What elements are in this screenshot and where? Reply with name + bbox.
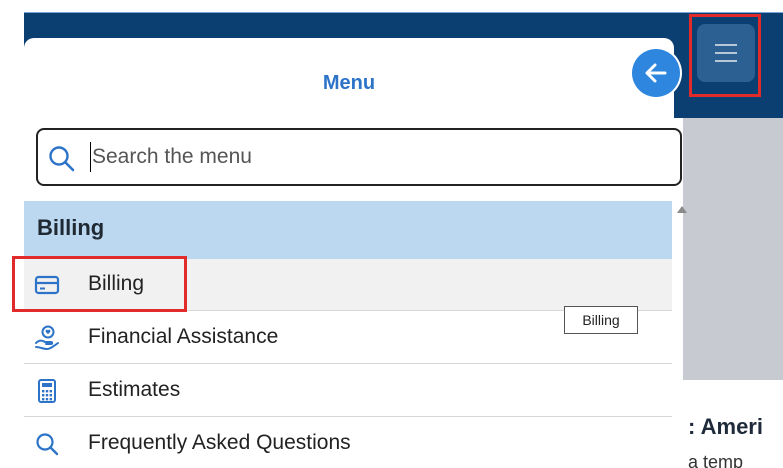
menu-item-faq[interactable]: Frequently Asked Questions — [24, 418, 672, 468]
left-margin — [0, 0, 24, 468]
menu-item-estimates[interactable]: Estimates — [24, 365, 672, 417]
arrow-left-icon — [645, 63, 667, 83]
search-icon — [49, 146, 75, 172]
highlight-box-hamburger — [689, 14, 761, 97]
calculator-icon — [38, 379, 56, 403]
search-icon — [36, 433, 59, 456]
scroll-up-arrow-icon[interactable] — [677, 206, 687, 213]
tooltip: Billing — [564, 306, 638, 334]
app-window: : Ameri a temp Menu Billing Billing — [0, 0, 783, 468]
highlight-box-billing — [12, 256, 187, 312]
background-text-fragment: a temp — [688, 452, 744, 468]
search-input[interactable] — [88, 137, 672, 177]
menu-title: Menu — [322, 72, 376, 94]
menu-item-label: Financial Assistance — [88, 325, 279, 348]
back-button[interactable] — [632, 49, 680, 97]
top-border-line — [24, 12, 783, 13]
menu-item-label: Estimates — [88, 378, 181, 401]
menu-item-label: Frequently Asked Questions — [88, 431, 351, 454]
hand-heart-icon — [35, 325, 59, 350]
background-heading-fragment: : Ameri — [688, 414, 763, 439]
section-title: Billing — [37, 215, 105, 240]
text-cursor — [90, 142, 91, 172]
section-header-billing — [24, 201, 672, 259]
